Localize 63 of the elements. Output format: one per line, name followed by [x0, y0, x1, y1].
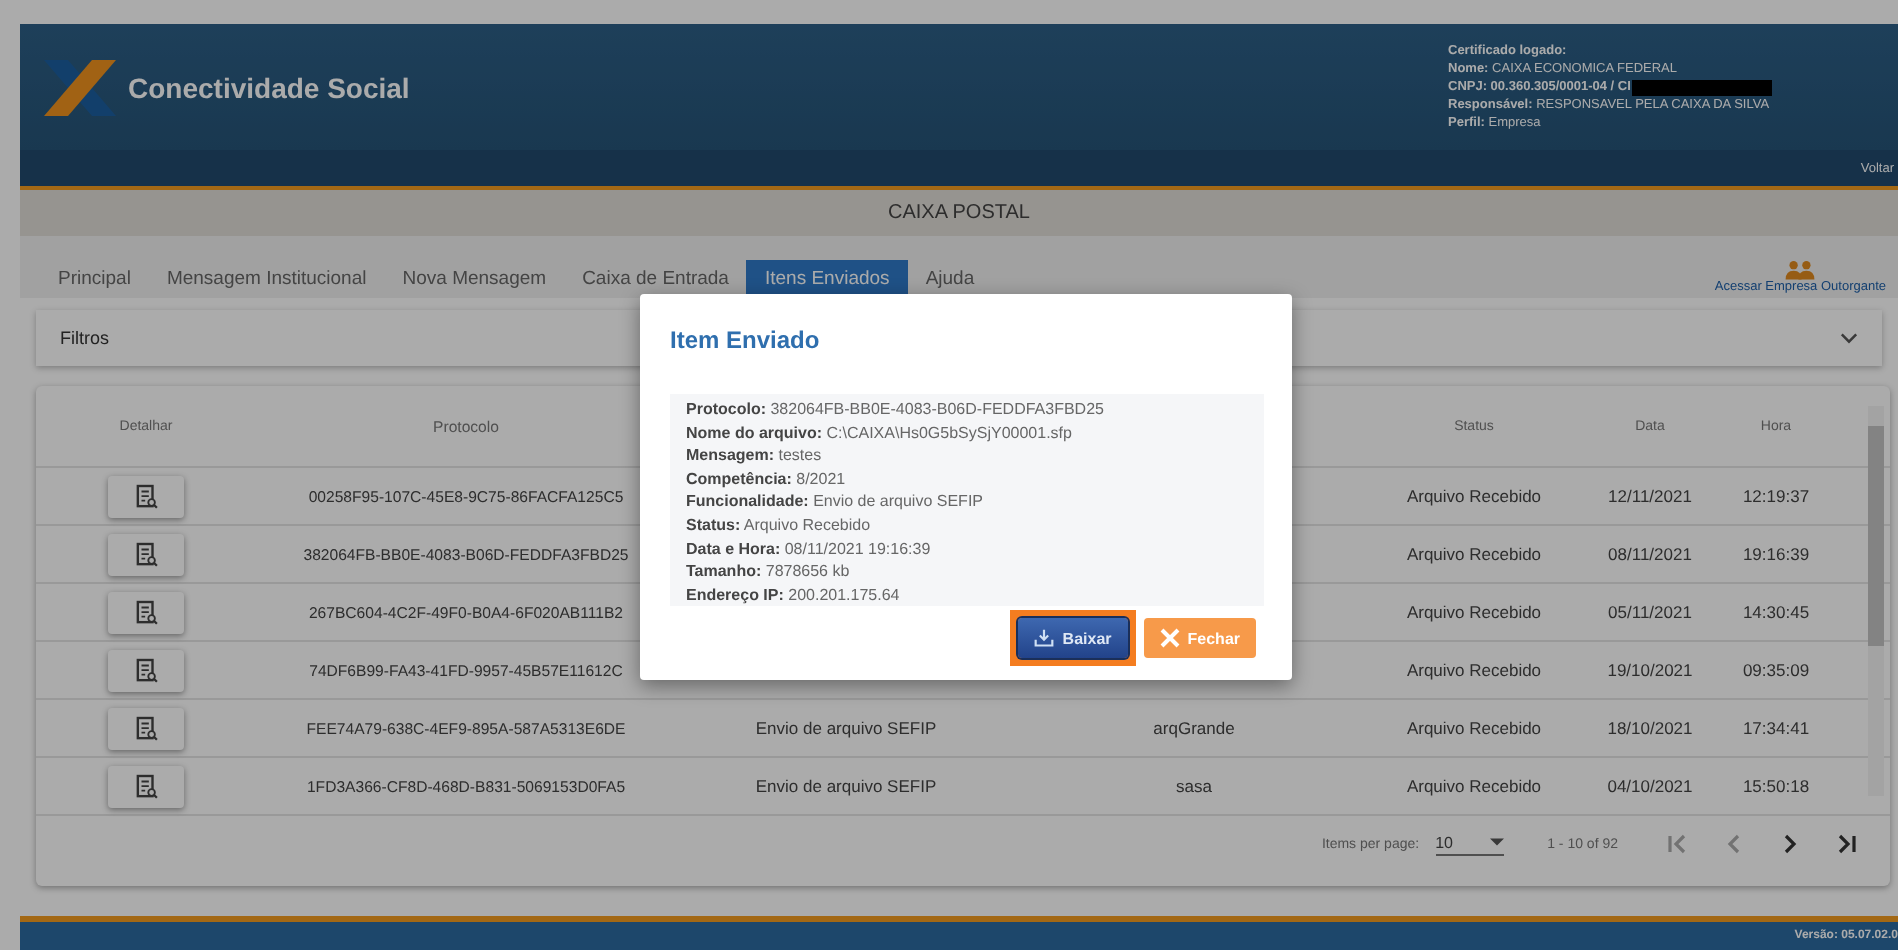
app-name: Conectividade Social — [128, 71, 410, 103]
tab[interactable]: Principal — [40, 260, 149, 298]
table-cell: Envio de arquivo SEFIP — [755, 776, 937, 796]
close-icon — [1159, 628, 1180, 648]
close-button[interactable]: Fechar — [1143, 618, 1256, 658]
detail-line: Competência: 8/2021 — [686, 467, 848, 491]
tab[interactable]: Nova Mensagem — [384, 260, 565, 298]
detail-line: Endereço IP: 200.201.175.64 — [686, 583, 902, 607]
tab[interactable]: Mensagem Institucional — [148, 260, 385, 298]
table-cell-text: 17:34:41 — [1740, 718, 1812, 738]
tab[interactable]: Caixa de Entrada — [564, 260, 747, 298]
filters-label: Filtros — [60, 328, 109, 348]
table-cell-text: 12/11/2021 — [1606, 486, 1694, 506]
table-cell-text: Arquivo Recebido — [1404, 602, 1544, 622]
first-page-icon — [1666, 832, 1690, 856]
document-search-icon — [135, 599, 157, 625]
document-search-icon — [135, 657, 157, 683]
download-button[interactable]: Baixar — [1018, 618, 1128, 658]
detail-button[interactable] — [108, 591, 184, 633]
table-cell-text: Arquivo Recebido — [1404, 660, 1544, 680]
document-search-icon — [135, 773, 157, 799]
document-search-icon — [135, 483, 157, 509]
tab[interactable]: Ajuda — [907, 260, 993, 298]
detail-button[interactable] — [108, 649, 184, 691]
table-cell-text: 04/10/2021 — [1605, 776, 1695, 796]
scrollbar[interactable] — [1868, 406, 1884, 796]
people-icon — [1784, 260, 1817, 280]
table-cell-text: 05/11/2021 — [1606, 602, 1694, 622]
table-cell-text: Arquivo Recebido — [1404, 776, 1544, 796]
dropdown-arrow-icon — [1489, 838, 1504, 846]
detail-line: Nome do arquivo: C:\CAIXA\Hs0G5bSySjY00001.sfp — [686, 421, 1074, 445]
download-icon — [1034, 628, 1055, 648]
page-title: CAIXA POSTAL — [888, 202, 1030, 224]
detail-button[interactable] — [108, 475, 184, 517]
table-cell-text: Arquivo Recebido — [1404, 718, 1544, 738]
detail-line: Protocolo: 382064FB-BB0E-4083-B06D-FEDDFA3FBD25 — [686, 398, 1106, 422]
table-cell-text: Arquivo Recebido — [1404, 486, 1544, 506]
detail-line: Status: Arquivo Recebido — [686, 513, 873, 538]
document-search-icon — [135, 715, 157, 741]
table-cell-text: 19/10/2021 — [1605, 660, 1695, 680]
detail-button[interactable] — [108, 533, 184, 575]
detail-line: Mensagem: testes — [686, 444, 824, 468]
dialog-title: Item Enviado — [670, 326, 822, 354]
detail-button[interactable] — [108, 707, 184, 749]
table-cell: sasa — [1176, 776, 1212, 796]
table-cell: arqGrande — [1153, 718, 1235, 738]
table-cell-text: 18/10/2021 — [1605, 718, 1695, 738]
table-cell: Envio de arquivo SEFIP — [755, 718, 937, 738]
table-cell-text: 12:19:37 — [1740, 486, 1812, 506]
detail-line: Funcionalidade: Envio de arquivo SEFIP — [686, 490, 985, 514]
detail-button[interactable] — [108, 765, 184, 807]
last-page-icon — [1834, 832, 1858, 856]
detail-line: Tamanho: 7878656 kb — [686, 560, 852, 584]
x-logo-icon — [40, 55, 120, 119]
document-search-icon — [135, 541, 157, 567]
table-cell-text: 19:16:39 — [1740, 544, 1812, 564]
table-cell-text: 09:35:09 — [1740, 660, 1812, 680]
table-cell-text: 08/11/2021 — [1606, 544, 1694, 564]
table-cell-text: 15:50:18 — [1740, 776, 1812, 796]
table-cell-text: Arquivo Recebido — [1404, 544, 1544, 564]
table-cell-text: 14:30:45 — [1740, 602, 1812, 622]
page-size-select[interactable]: 10 — [1435, 833, 1504, 855]
detail-line: Data e Hora: 08/11/2021 19:16:39 — [686, 537, 933, 561]
